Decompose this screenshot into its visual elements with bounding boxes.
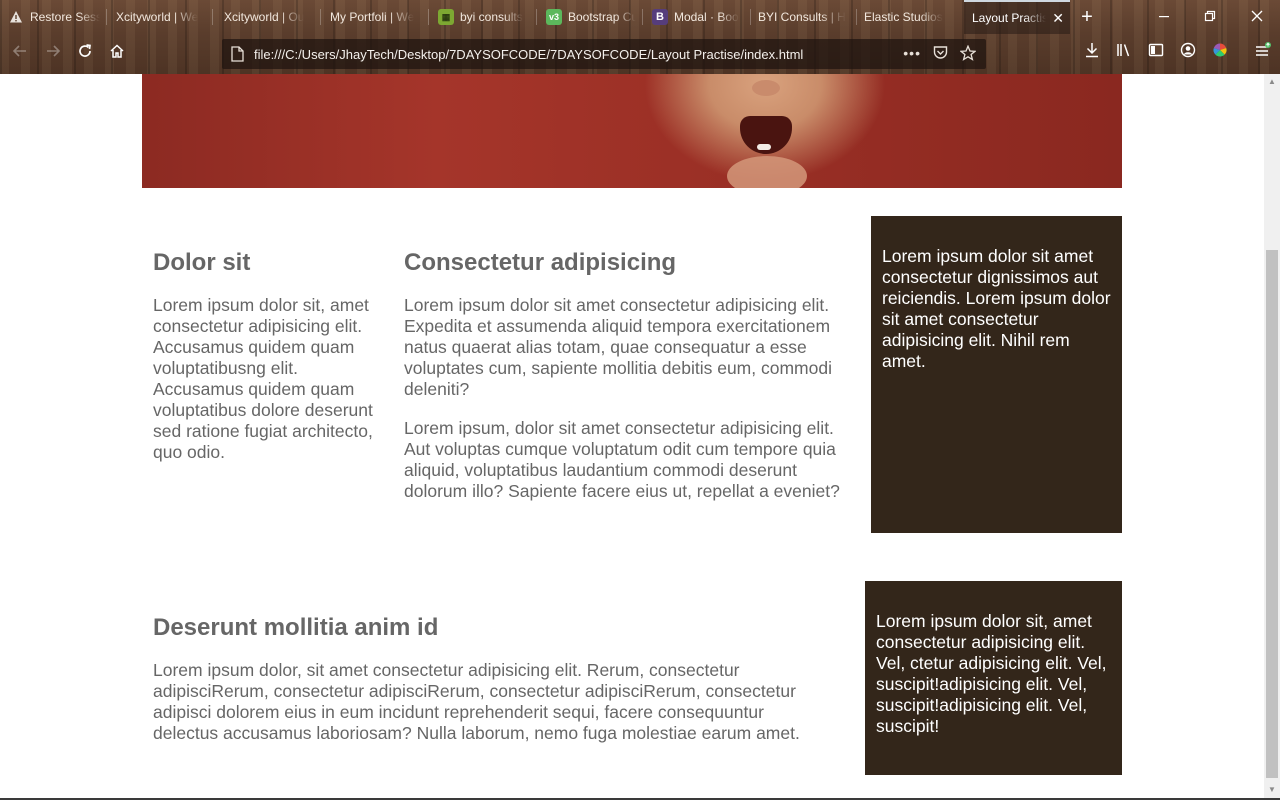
navigation-toolbar: file:///C:/Users/JhayTech/Desktop/7DAYSO… [0, 34, 1280, 74]
tab-modal-bootstrap[interactable]: B Modal · Boo [644, 0, 750, 34]
minimize-icon [1159, 16, 1169, 18]
page-viewport: Dolor sit Lorem ipsum dolor sit, amet co… [0, 74, 1264, 798]
bootstrap-icon: B [652, 9, 668, 25]
vertical-scrollbar[interactable]: ▲ ▼ [1264, 74, 1280, 798]
close-icon [1251, 10, 1263, 22]
scroll-down-icon[interactable]: ▼ [1264, 782, 1280, 798]
tab-restore-session[interactable]: Restore Session [0, 0, 106, 34]
tab-title: Elastic Studios [864, 10, 943, 24]
browser-chrome: Restore Session Xcityworld | We Xcitywor… [0, 0, 1280, 74]
byi-icon: ▦ [438, 9, 454, 25]
reload-icon [79, 44, 91, 57]
tab-title: My Portfoli | We [330, 10, 415, 24]
home-icon [110, 44, 124, 58]
tab-byi-consults[interactable]: ▦ byi consults [430, 0, 536, 34]
page-icon [231, 46, 245, 62]
tab-layout-practise[interactable]: Layout Practis ✕ [964, 0, 1070, 34]
url-bar[interactable]: file:///C:/Users/JhayTech/Desktop/7DAYSO… [222, 39, 986, 69]
tab-xcityworld-2[interactable]: Xcityworld | Ou [216, 0, 320, 34]
tab-title: Modal · Boo [674, 10, 739, 24]
forward-button[interactable] [41, 42, 65, 66]
tab-title: Restore Session [30, 10, 100, 24]
account-icon [1180, 42, 1196, 58]
close-tab-icon[interactable]: ✕ [1046, 10, 1064, 27]
account-button[interactable] [1176, 42, 1200, 66]
star-icon[interactable] [959, 44, 977, 64]
restore-button[interactable] [1199, 6, 1221, 28]
downloads-button[interactable] [1080, 42, 1104, 66]
menu-button[interactable] [1250, 42, 1274, 66]
tab-strip: Restore Session Xcityworld | We Xcitywor… [0, 0, 1280, 34]
hero-image [142, 74, 1122, 188]
bootstrap-customize-icon: v3 [546, 9, 562, 25]
pocket-icon[interactable] [933, 45, 948, 64]
aside-text-2: Lorem ipsum dolor sit, amet consectetur … [876, 611, 1107, 736]
section-heading-consectetur: Consectetur adipisicing [404, 249, 677, 276]
tab-title: Xcityworld | We [116, 10, 199, 24]
more-dots-icon[interactable]: ••• [903, 45, 921, 64]
scroll-up-icon[interactable]: ▲ [1264, 74, 1280, 90]
hamburger-menu-icon [1256, 42, 1271, 56]
section-text-consectetur-2: Lorem ipsum, dolor sit amet consectetur … [404, 418, 840, 501]
tab-title: Layout Practis [972, 11, 1047, 25]
sidebar-button[interactable] [1144, 42, 1168, 66]
back-button[interactable] [8, 42, 32, 66]
tab-bootstrap-customize[interactable]: v3 Bootstrap Cu [538, 0, 642, 34]
tab-my-portfolio[interactable]: My Portfoli | We [322, 0, 428, 34]
library-icon [1117, 44, 1130, 57]
download-icon [1086, 43, 1098, 58]
tab-title: Xcityworld | Ou [224, 10, 305, 24]
section-text-dolor-sit: Lorem ipsum dolor sit, amet consectetur … [153, 295, 373, 462]
tab-title: Bootstrap Cu [568, 10, 636, 24]
section-text-consectetur-1: Lorem ipsum dolor sit amet consectetur a… [404, 295, 832, 399]
tab-elastic-studios[interactable]: Elastic Studios [856, 0, 962, 34]
aside-text-1: Lorem ipsum dolor sit amet consectetur d… [882, 246, 1111, 371]
warning-icon [8, 9, 24, 25]
tab-title: byi consults [460, 10, 523, 24]
section-heading-dolor-sit: Dolor sit [153, 249, 251, 276]
restore-icon [1204, 10, 1216, 22]
close-window-button[interactable] [1246, 6, 1268, 28]
section-text-deserunt: Lorem ipsum dolor, sit amet consectetur … [153, 660, 800, 743]
forward-arrow-icon [47, 45, 61, 57]
aside-box-1: Lorem ipsum dolor sit amet consectetur d… [871, 216, 1122, 533]
tab-title: BYI Consults | H [758, 10, 846, 24]
home-button[interactable] [105, 42, 129, 66]
back-arrow-icon [12, 45, 26, 57]
color-extension-button[interactable] [1208, 42, 1232, 66]
tab-xcityworld-1[interactable]: Xcityworld | We [108, 0, 212, 34]
library-button[interactable] [1112, 42, 1136, 66]
section-heading-deserunt: Deserunt mollitia anim id [153, 614, 439, 641]
tab-byi-consults-home[interactable]: BYI Consults | H [750, 0, 856, 34]
scrollbar-thumb[interactable] [1266, 250, 1278, 778]
new-tab-button[interactable]: + [1076, 6, 1098, 28]
reload-button[interactable] [73, 42, 97, 66]
color-wheel-icon [1213, 43, 1227, 57]
minimize-button[interactable] [1153, 6, 1175, 28]
aside-box-2: Lorem ipsum dolor sit, amet consectetur … [865, 581, 1122, 775]
sidebar-icon [1148, 43, 1164, 57]
url-text[interactable]: file:///C:/Users/JhayTech/Desktop/7DAYSO… [254, 47, 903, 62]
